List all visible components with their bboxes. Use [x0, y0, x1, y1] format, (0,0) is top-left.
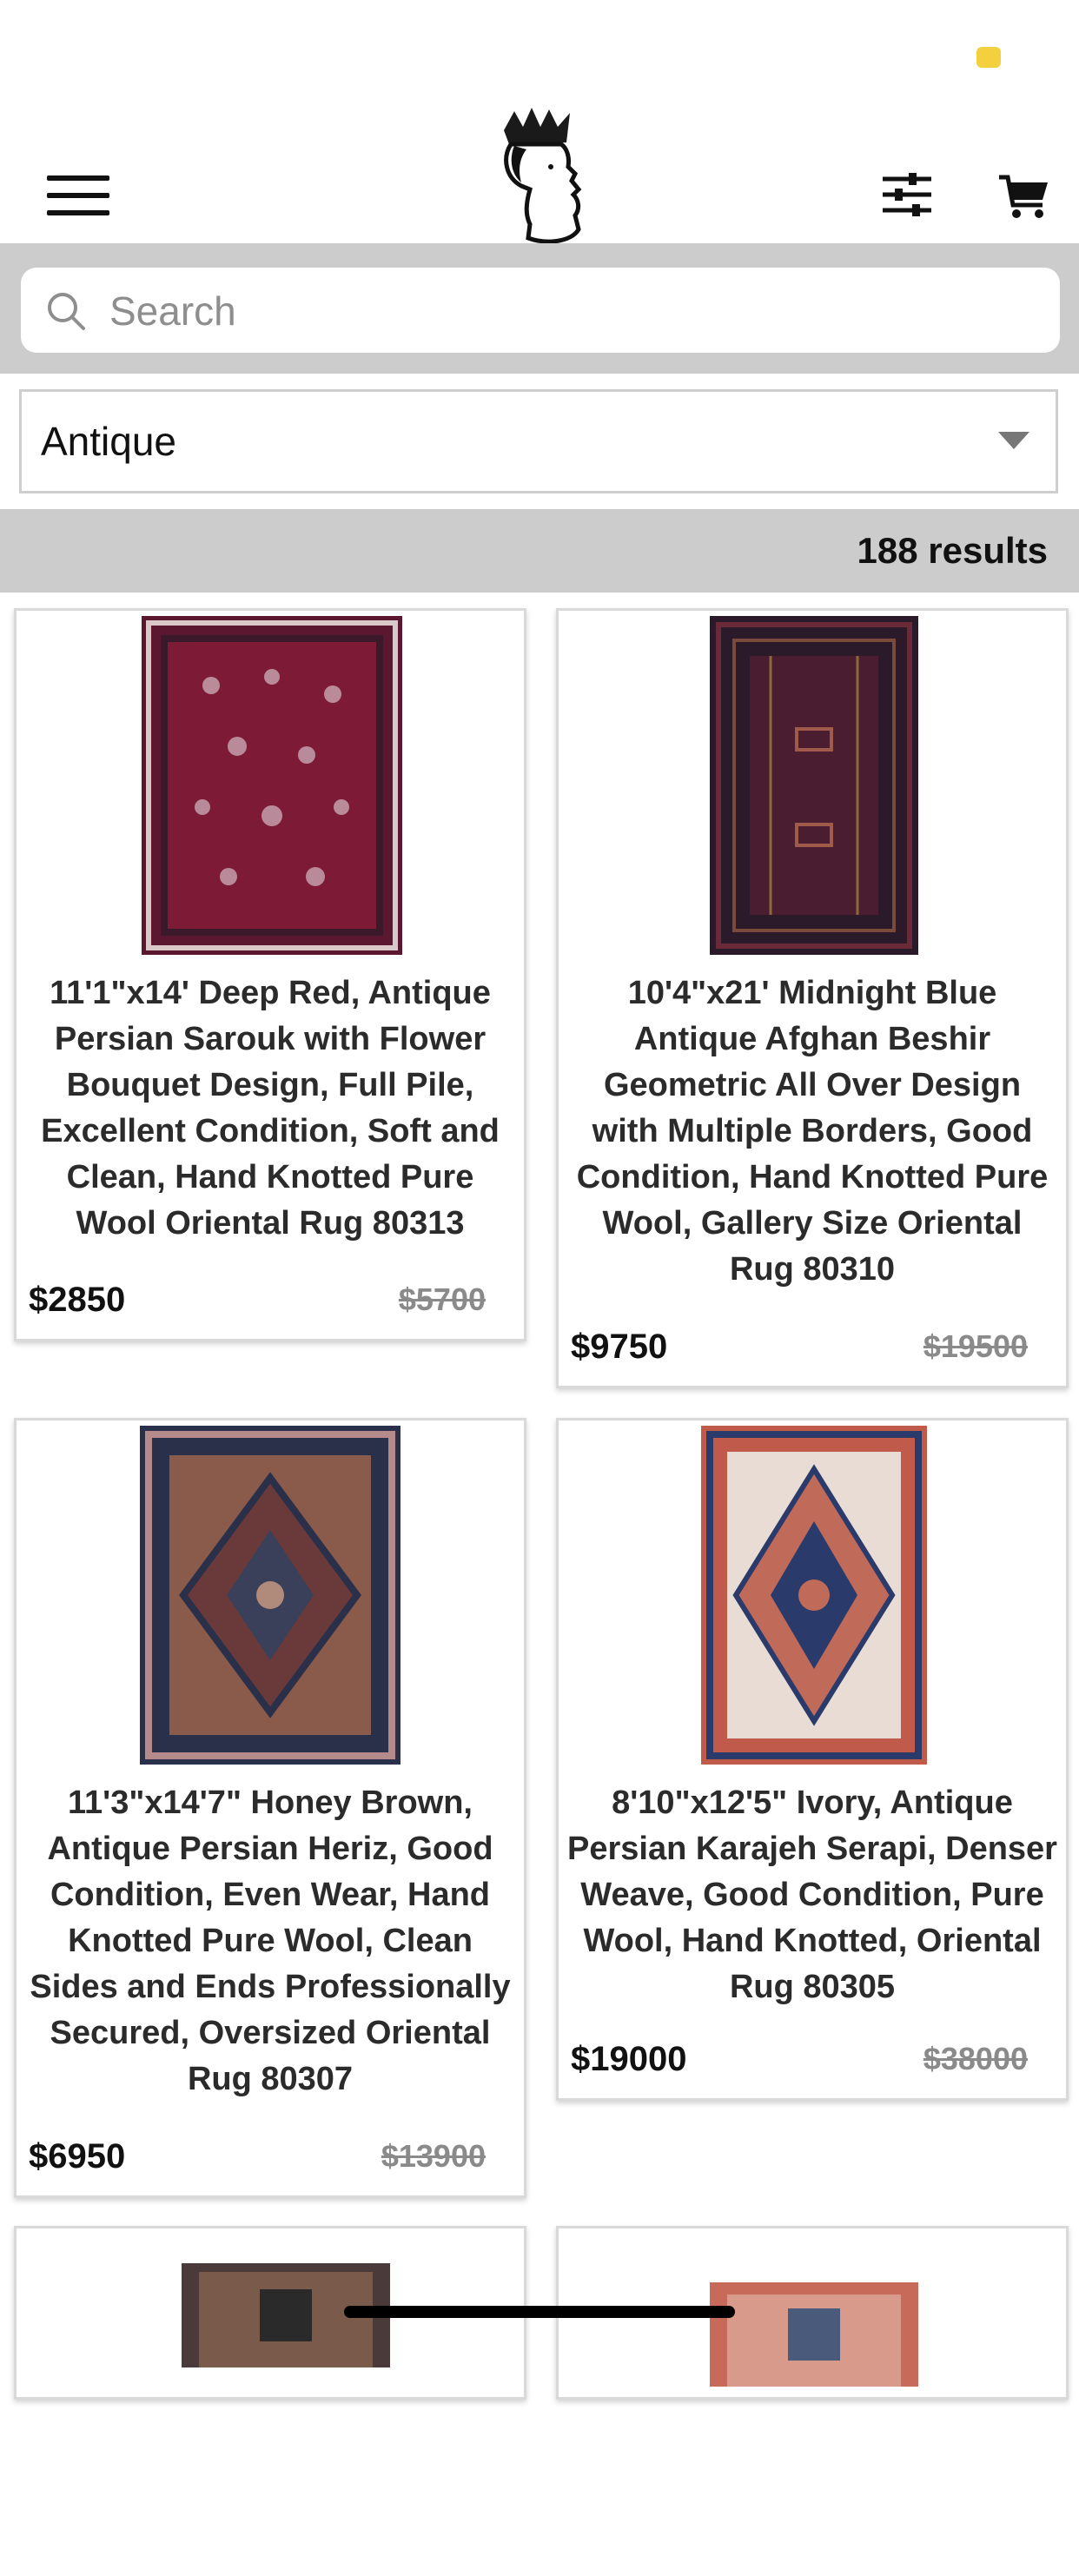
product-title[interactable]: 11'3"x14'7" Honey Brown, Antique Persian…: [25, 1780, 515, 2103]
product-old-price: $5700: [398, 1281, 486, 1317]
product-image[interactable]: [559, 2228, 1066, 2576]
product-image[interactable]: [17, 611, 524, 958]
product-image[interactable]: [17, 1420, 524, 1768]
search-box[interactable]: [21, 268, 1060, 353]
search-input[interactable]: [108, 280, 1032, 342]
product-old-price: $13900: [381, 2138, 486, 2174]
product-price: $2850: [29, 1281, 126, 1319]
product-price: $19000: [571, 2040, 687, 2078]
product-price: $9750: [571, 1328, 668, 1366]
category-selected-value: Antique: [41, 419, 177, 464]
search-icon: [48, 293, 85, 330]
product-image[interactable]: [17, 2228, 524, 2576]
results-bar: 188 results: [0, 509, 1079, 593]
product-old-price: $38000: [923, 2041, 1028, 2076]
product-card[interactable]: 8'10"x12'5" Ivory, Antique Persian Karaj…: [556, 1418, 1069, 2101]
crowned-head-logo[interactable]: [495, 106, 591, 245]
category-dropdown[interactable]: Antique: [19, 389, 1058, 493]
home-indicator[interactable]: [344, 2306, 735, 2318]
product-title[interactable]: 11'1"x14' Deep Red, Antique Persian Saro…: [25, 970, 515, 1247]
search-bar: [0, 243, 1079, 374]
product-card[interactable]: 11'3"x14'7" Honey Brown, Antique Persian…: [14, 1418, 526, 2198]
hamburger-icon[interactable]: [47, 175, 109, 217]
product-old-price: $19500: [923, 1328, 1028, 1364]
cart-icon[interactable]: [997, 167, 1049, 222]
product-card[interactable]: 11'1"x14' Deep Red, Antique Persian Saro…: [14, 608, 526, 1341]
product-image[interactable]: [559, 611, 1066, 958]
product-title[interactable]: 10'4"x21' Midnight Blue Antique Afghan B…: [567, 970, 1057, 1293]
product-card[interactable]: 10'4"x21' Midnight Blue Antique Afghan B…: [556, 608, 1069, 1388]
results-count: 188 results: [857, 530, 1048, 571]
sliders-icon[interactable]: [879, 167, 935, 222]
status-indicator: [976, 47, 1001, 68]
app-header: [0, 96, 1079, 245]
chevron-down-icon: [998, 432, 1029, 449]
product-price: $6950: [29, 2137, 126, 2175]
product-image[interactable]: [559, 1420, 1066, 1768]
product-title[interactable]: 8'10"x12'5" Ivory, Antique Persian Karaj…: [567, 1780, 1057, 2010]
